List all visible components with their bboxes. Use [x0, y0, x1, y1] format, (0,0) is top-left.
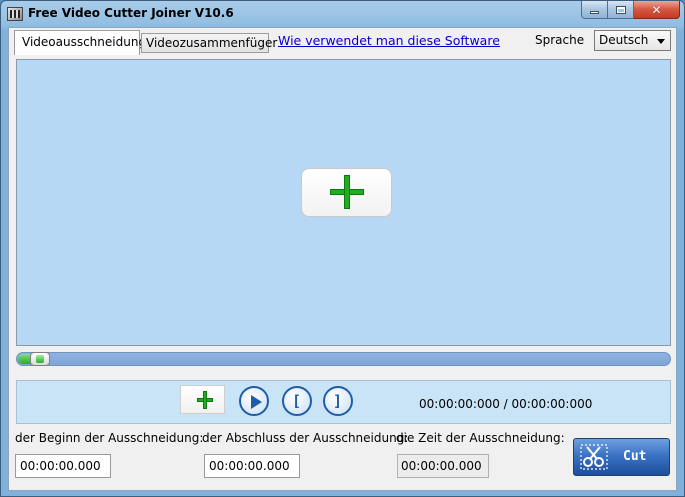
language-label: Sprache	[535, 33, 585, 47]
maximize-button[interactable]	[608, 1, 634, 19]
tab-video-joining[interactable]: Videozusammenfüger	[141, 33, 277, 53]
scissors-icon	[580, 444, 608, 470]
end-time-label: der Abschluss der Ausschneidung:	[202, 431, 409, 445]
maximize-icon	[615, 5, 626, 14]
close-icon: ✕	[651, 2, 662, 17]
start-time-label: der Beginn der Ausschneidung:	[15, 431, 204, 445]
close-button[interactable]: ✕	[634, 1, 680, 19]
add-video-button[interactable]	[301, 168, 392, 217]
film-app-icon	[7, 7, 23, 21]
timecode-display: 00:00:00:000 / 00:00:00:000	[419, 397, 593, 411]
help-link[interactable]: Wie verwendet man diese Software	[278, 33, 500, 48]
play-icon	[251, 395, 262, 409]
language-selected-value: Deutsch	[599, 33, 649, 47]
chevron-down-icon	[657, 39, 665, 44]
duration-label: die Zeit der Ausschneidung:	[396, 431, 565, 445]
progress-slider[interactable]	[16, 352, 671, 366]
cut-button-label: Cut	[623, 449, 647, 464]
end-time-input[interactable]	[204, 454, 300, 478]
language-select[interactable]: Deutsch	[594, 30, 671, 51]
add-file-button[interactable]	[180, 385, 225, 414]
app-window: Free Video Cutter Joiner V10.6 ✕ Videoau…	[0, 0, 685, 497]
set-end-button[interactable]: ]	[323, 386, 353, 416]
title-bar[interactable]: Free Video Cutter Joiner V10.6 ✕	[1, 1, 684, 27]
playback-controls: [ ] 00:00:00:000 / 00:00:00:000	[16, 380, 671, 424]
bracket-left-icon: [	[292, 392, 302, 410]
play-button[interactable]	[239, 386, 269, 416]
bracket-right-icon: ]	[333, 392, 343, 410]
minimize-icon	[590, 11, 599, 14]
set-start-button[interactable]: [	[282, 386, 312, 416]
cut-button[interactable]: Cut	[573, 438, 670, 476]
tab-video-cutting[interactable]: Videoausschneidung	[14, 30, 146, 55]
start-time-input[interactable]	[15, 454, 111, 478]
duration-value: 00:00:00.000	[397, 454, 489, 478]
minimize-button[interactable]	[581, 1, 608, 19]
video-preview-area[interactable]	[16, 59, 671, 346]
client-area: Videoausschneidung Videozusammenfüger Wi…	[8, 27, 677, 491]
progress-handle[interactable]	[30, 352, 50, 366]
window-controls: ✕	[581, 1, 680, 20]
window-title: Free Video Cutter Joiner V10.6	[28, 6, 234, 20]
